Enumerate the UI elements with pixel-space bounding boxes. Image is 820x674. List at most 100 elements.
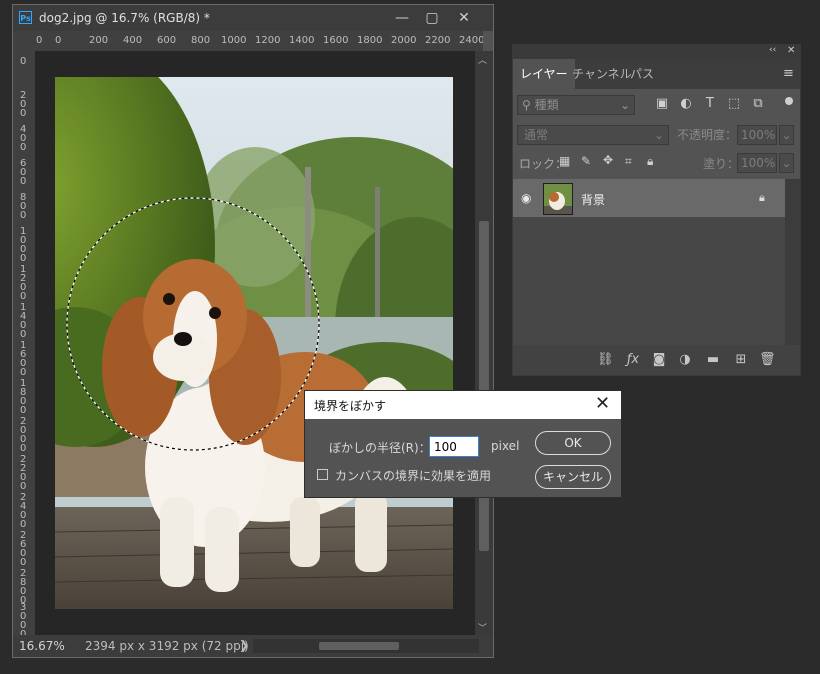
status-bar: 16.67% 2394 px x 3192 px (72 ppi) ❯	[13, 635, 493, 657]
lock-artboard-icon[interactable]: ⌗	[625, 154, 632, 169]
feather-dialog: 境界をぼかす ✕ ぼかしの半径(R)： pixel OK キャンセル カンバスの…	[304, 390, 622, 498]
ruler-tick-label: 0	[55, 35, 62, 46]
lock-image-brush-icon[interactable]: ✎	[581, 154, 591, 168]
lock-position-move-icon[interactable]: ✥	[603, 153, 613, 167]
status-menu-arrow[interactable]: ❯	[239, 638, 249, 652]
ruler-tick-label: 2000	[391, 35, 417, 46]
ruler-tick-label: 200	[20, 90, 27, 119]
layers-list: ◉ 背景 🔒︎	[513, 179, 785, 345]
photoshop-icon: Ps	[19, 11, 32, 24]
document-titlebar[interactable]: Ps dog2.jpg @ 16.7% (RGB/8) * — ▢ ✕	[13, 5, 493, 31]
ruler-tick-label: 200	[89, 35, 109, 46]
lock-transparent-icon[interactable]: ▦	[559, 154, 570, 168]
tab-paths[interactable]: パス	[623, 59, 661, 89]
visibility-eye-icon[interactable]: ◉	[521, 191, 531, 205]
shape-filter-icon[interactable]: ⬚	[727, 97, 741, 111]
ruler-tick-label: 2200	[425, 35, 451, 46]
blend-mode-value: 通常	[524, 128, 549, 142]
ruler-tick-label: 2800	[20, 568, 27, 606]
vertical-scrollbar[interactable]: ︿ ﹀	[475, 51, 493, 635]
scroll-down-arrow[interactable]: ﹀	[478, 621, 487, 634]
ruler-tick-label: 400	[123, 35, 143, 46]
ruler-tick-label: 600	[157, 35, 177, 46]
lock-all-icon[interactable]: 🔒︎	[647, 154, 653, 169]
type-filter-icon[interactable]: T	[703, 97, 717, 111]
dog-photo-drawing	[55, 77, 453, 609]
minimize-button[interactable]: —	[387, 8, 417, 28]
document-title: dog2.jpg @ 16.7% (RGB/8) *	[39, 11, 210, 25]
ruler-tick-label: 1000	[20, 226, 27, 264]
panel-header[interactable]: ‹‹ ✕	[513, 45, 800, 59]
panel-footer: ⛓ ƒx ◙ ◑ ▬ ⊞ 🗑︎	[513, 345, 800, 375]
ruler-tick-label: 800	[20, 192, 27, 221]
collapse-icon[interactable]: ‹‹	[769, 45, 776, 55]
horizontal-ruler[interactable]: 0 0 200 400 600 800 1000 1200 1400 1600 …	[35, 31, 483, 52]
chevron-down-icon: ⌄	[619, 98, 630, 112]
ruler-tick-label: 800	[191, 35, 211, 46]
ruler-tick-label: 0	[20, 56, 27, 67]
opacity-label: 不透明度：	[677, 128, 738, 142]
layers-panel: ‹‹ ✕ レイヤー チャンネル パス ≡ ⚲ 種類 ⌄ ▣ ◐ T ⬚ ⧉ 通常…	[512, 44, 801, 376]
close-button[interactable]: ✕	[449, 8, 479, 28]
delete-layer-trash-icon[interactable]: 🗑︎	[759, 352, 776, 368]
ok-button[interactable]: OK	[535, 431, 611, 455]
ruler-tick-label: 1400	[289, 35, 315, 46]
layer-row-background[interactable]: ◉ 背景 🔒︎	[513, 179, 785, 217]
adjustment-filter-icon[interactable]: ◐	[679, 97, 693, 111]
panel-scrollbar[interactable]	[785, 179, 800, 345]
new-group-folder-icon[interactable]: ▬	[705, 352, 721, 368]
panel-menu-icon[interactable]: ≡	[783, 66, 794, 81]
dialog-titlebar[interactable]: 境界をぼかす ✕	[305, 391, 621, 419]
chevron-down-icon[interactable]: ⌄	[779, 153, 794, 173]
dialog-title: 境界をぼかす	[314, 399, 387, 413]
apply-canvas-bounds-label[interactable]: カンバスの境界に効果を適用	[335, 467, 491, 484]
horizontal-scroll-thumb[interactable]	[319, 642, 399, 650]
ruler-tick-label: 2600	[20, 530, 27, 568]
fill-field[interactable]: 100%	[737, 153, 777, 173]
cancel-button[interactable]: キャンセル	[535, 465, 611, 489]
ruler-tick-label: 2200	[20, 454, 27, 492]
ruler-tick-label: 600	[20, 158, 27, 187]
vertical-ruler[interactable]: 0 200 400 600 800 1000 1200 1400 1600 18…	[13, 51, 36, 635]
apply-canvas-bounds-checkbox[interactable]	[317, 469, 328, 480]
document-size: 2394 px x 3192 px (72 ppi)	[85, 639, 249, 653]
filter-kind-label: 種類	[534, 98, 559, 112]
ruler-tick-label: 1000	[221, 35, 247, 46]
add-mask-icon[interactable]: ◙	[651, 352, 667, 368]
link-layers-icon[interactable]: ⛓	[597, 352, 614, 368]
chevron-down-icon: ⌄	[653, 128, 664, 142]
feather-radius-label: ぼかしの半径(R)：	[329, 441, 431, 455]
fx-layer-style-icon[interactable]: ƒx	[625, 352, 641, 368]
dog-photo[interactable]	[55, 77, 453, 609]
new-layer-icon[interactable]: ⊞	[733, 352, 749, 368]
adjustment-layer-icon[interactable]: ◑	[677, 352, 693, 368]
dialog-close-icon[interactable]: ✕	[595, 394, 610, 414]
pixel-filter-icon[interactable]: ▣	[655, 97, 669, 111]
ruler-tick-label: 1600	[323, 35, 349, 46]
panel-close-icon[interactable]: ✕	[787, 45, 795, 56]
scroll-up-arrow[interactable]: ︿	[478, 53, 487, 66]
panel-tabs: レイヤー チャンネル パス ≡	[513, 59, 800, 89]
layer-thumbnail-drawing	[544, 184, 572, 214]
layer-lock-icon[interactable]: 🔒︎	[759, 191, 765, 205]
zoom-level[interactable]: 16.67%	[19, 639, 65, 653]
smart-object-filter-icon[interactable]: ⧉	[751, 97, 765, 111]
feather-radius-input[interactable]	[429, 436, 479, 457]
blend-mode-select[interactable]: 通常 ⌄	[517, 125, 669, 145]
filter-kind-select[interactable]: ⚲ 種類 ⌄	[517, 95, 635, 115]
ruler-tick-label: 1800	[20, 378, 27, 416]
chevron-down-icon[interactable]: ⌄	[779, 125, 794, 145]
maximize-button[interactable]: ▢	[417, 8, 447, 28]
horizontal-scrollbar[interactable]	[253, 639, 479, 653]
vertical-scroll-thumb[interactable]	[479, 221, 489, 551]
search-icon: ⚲	[522, 98, 531, 112]
filter-toggle-icon[interactable]	[785, 97, 793, 105]
unit-label: pixel	[491, 439, 520, 453]
opacity-field[interactable]: 100%	[737, 125, 777, 145]
document-window: Ps dog2.jpg @ 16.7% (RGB/8) * — ▢ ✕ 0 0 …	[12, 4, 494, 658]
ruler-tick-label: 1200	[255, 35, 281, 46]
ruler-tick-label: 400	[20, 124, 27, 153]
ruler-tick-label: 0	[36, 35, 43, 46]
ruler-tick-label: 2000	[20, 416, 27, 454]
ruler-tick-label: 1800	[357, 35, 383, 46]
